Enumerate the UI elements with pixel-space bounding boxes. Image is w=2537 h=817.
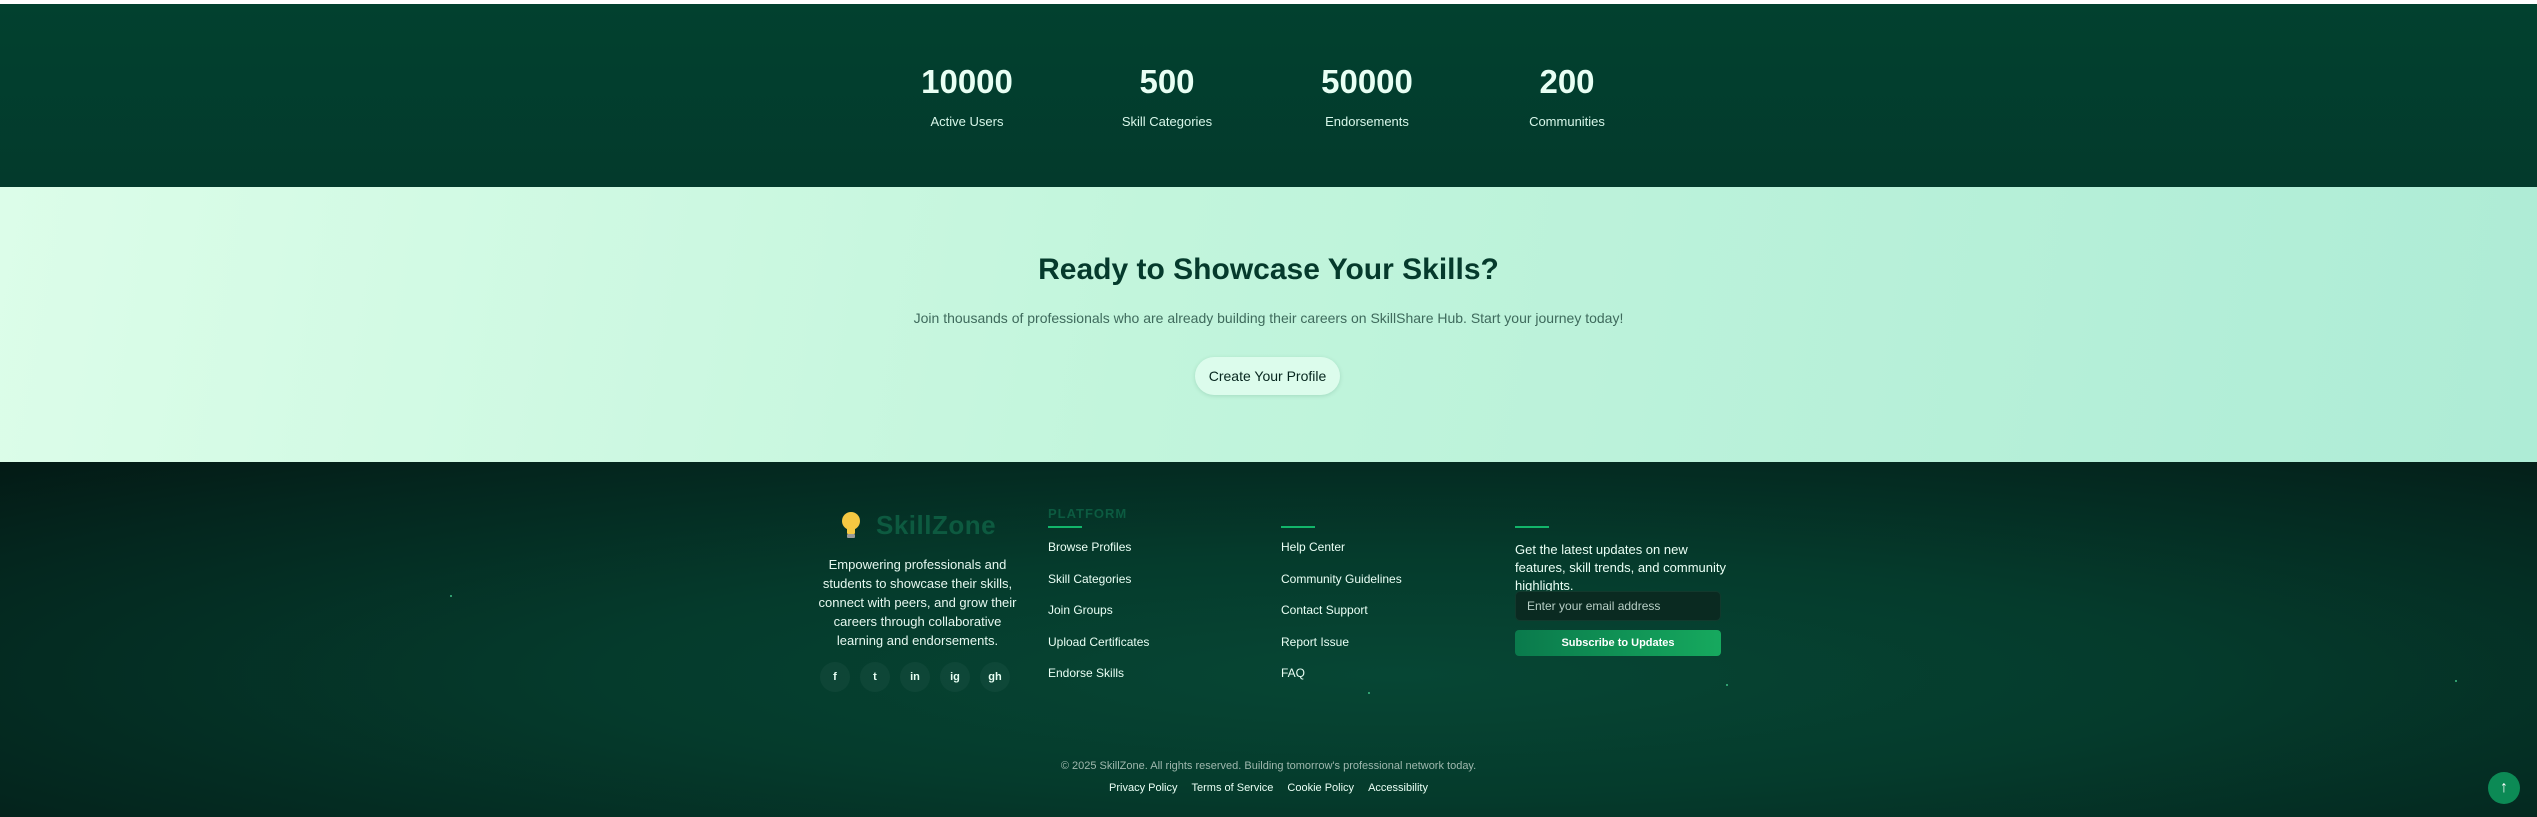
sparkle-dot [450,595,452,597]
footer-link-faq[interactable]: FAQ [1281,664,1402,696]
subscribe-button[interactable]: Subscribe to Updates [1515,630,1721,656]
stat-active-users: 10000 Active Users [857,62,1077,129]
instagram-icon[interactable]: ig [940,662,970,692]
legal-link-cookies[interactable]: Cookie Policy [1287,782,1354,794]
footer-link-join-groups[interactable]: Join Groups [1048,601,1149,633]
brand-name: SkillZone [876,509,997,540]
back-to-top-button[interactable]: ↑ [2488,772,2520,804]
sparkle-dot [1726,684,1728,686]
stat-label: Skill Categories [1121,114,1213,129]
footer-about: Empowering professionals and students to… [818,557,1017,648]
footer-column-support: Help Center Community Guidelines Contact… [1281,506,1402,696]
legal-link-terms[interactable]: Terms of Service [1192,782,1274,794]
lightbulb-icon [840,510,862,540]
stat-skill-categories: 500 Skill Categories [1057,62,1277,129]
footer-column-platform: PLATFORM Browse Profiles Skill Categorie… [1048,506,1149,696]
create-profile-button[interactable]: Create Your Profile [1195,357,1340,395]
cta-title: Ready to Showcase Your Skills? [1038,253,1499,286]
newsletter-email-input[interactable] [1515,591,1721,621]
newsletter-text: Get the latest updates on new features, … [1515,542,1726,593]
column-heading: PLATFORM [1048,506,1128,521]
twitter-icon[interactable]: t [860,662,890,692]
footer: SkillZone Empowering professionals and s… [0,462,2537,817]
stat-value: 200 [1539,63,1595,100]
stat-value: 10000 [921,63,1013,100]
stats-section: 10000 Active Users 500 Skill Categories … [0,4,2537,187]
column-underline [1281,526,1315,528]
legal-links: Privacy Policy Terms of Service Cookie P… [0,782,2537,794]
footer-link-report-issue[interactable]: Report Issue [1281,633,1402,665]
legal-link-accessibility[interactable]: Accessibility [1368,782,1428,794]
column-underline [1515,526,1549,528]
social-links: f t in ig gh [820,662,1010,692]
stat-communities: 200 Communities [1457,62,1677,129]
stat-label: Endorsements [1325,114,1409,129]
stat-value: 50000 [1321,63,1413,100]
footer-link-contact-support[interactable]: Contact Support [1281,601,1402,633]
stat-endorsements: 50000 Endorsements [1257,62,1477,129]
cta-section: Ready to Showcase Your Skills? Join thou… [0,187,2537,462]
copyright-text: © 2025 SkillZone. All rights reserved. B… [1060,760,1477,772]
legal-link-privacy[interactable]: Privacy Policy [1109,782,1177,794]
footer-link-skill-categories[interactable]: Skill Categories [1048,570,1149,602]
footer-link-browse-profiles[interactable]: Browse Profiles [1048,538,1149,570]
footer-brand[interactable]: SkillZone [840,510,996,540]
sparkle-dot [2455,680,2457,682]
linkedin-icon[interactable]: in [900,662,930,692]
stat-label: Active Users [930,114,1004,129]
github-icon[interactable]: gh [980,662,1010,692]
footer-link-community-guidelines[interactable]: Community Guidelines [1281,570,1402,602]
footer-column-newsletter [1515,506,1549,528]
cta-subtitle: Join thousands of professionals who are … [913,310,1624,326]
footer-link-help-center[interactable]: Help Center [1281,538,1402,570]
footer-link-upload-certificates[interactable]: Upload Certificates [1048,633,1149,665]
column-underline [1048,526,1082,528]
column-heading [1515,506,1549,522]
stat-label: Communities [1529,114,1605,129]
column-heading [1281,506,1402,522]
stat-value: 500 [1139,63,1195,100]
facebook-icon[interactable]: f [820,662,850,692]
footer-link-endorse-skills[interactable]: Endorse Skills [1048,664,1149,696]
